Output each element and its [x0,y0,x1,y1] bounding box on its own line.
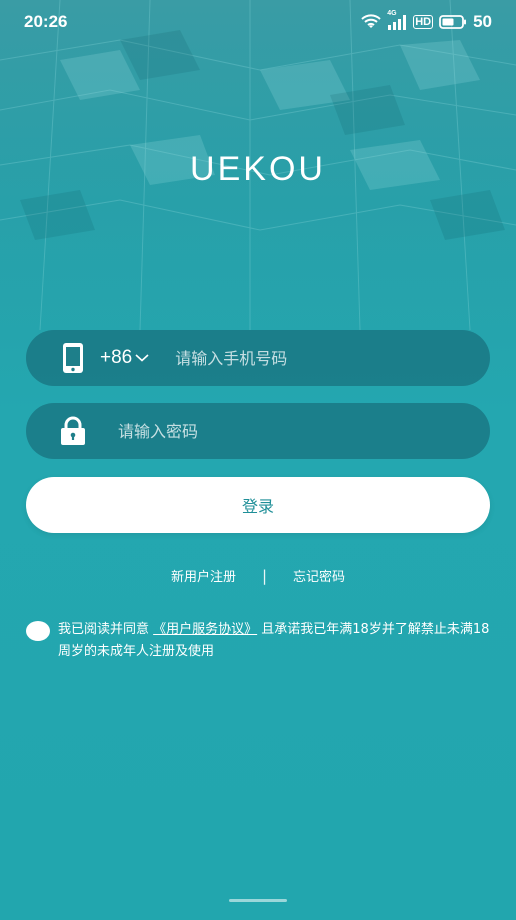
chevron-down-icon [135,354,149,362]
agreement-checkbox[interactable] [26,621,50,641]
register-link[interactable]: 新用户注册 [171,566,236,585]
login-screen: 20:26 4G HD 50 UEKOU +86 请输入手机号码 登录 新用户注… [0,0,516,920]
agreement-row: 我已阅读并同意 《用户服务协议》 且承诺我已年满18岁并了解禁止未满18周岁的未… [26,619,496,663]
lock-icon [58,415,88,447]
forgot-password-link[interactable]: 忘记密码 [293,566,345,585]
status-icons: 4G HD 50 [361,10,492,32]
country-code: +86 [100,347,133,368]
battery-level: 50 [473,12,492,31]
hd-badge: HD [413,15,434,29]
battery-icon [439,15,467,29]
password-field[interactable] [26,403,490,459]
links-separator: | [261,566,268,585]
status-bar: 20:26 4G HD 50 [0,0,516,44]
signal-icon: 4G [387,10,407,30]
home-indicator[interactable] [229,899,287,902]
app-logo: UEKOU [0,150,516,189]
phone-field[interactable]: +86 [26,330,490,386]
phone-input[interactable] [173,347,490,369]
wifi-icon [361,14,381,28]
login-button[interactable]: 登录 [26,477,490,533]
auth-links: 新用户注册 | 忘记密码 [0,566,516,586]
user-agreement-link[interactable]: 《用户服务协议》 [153,622,257,637]
country-code-selector[interactable]: +86 [100,347,149,369]
phone-icon [58,342,88,374]
agreement-prefix: 我已阅读并同意 [58,622,154,637]
password-input[interactable] [116,420,490,442]
agreement-text: 我已阅读并同意 《用户服务协议》 且承诺我已年满18岁并了解禁止未满18周岁的未… [58,619,494,663]
logo-text: UEKOU [190,150,326,188]
status-time: 20:26 [24,12,68,31]
